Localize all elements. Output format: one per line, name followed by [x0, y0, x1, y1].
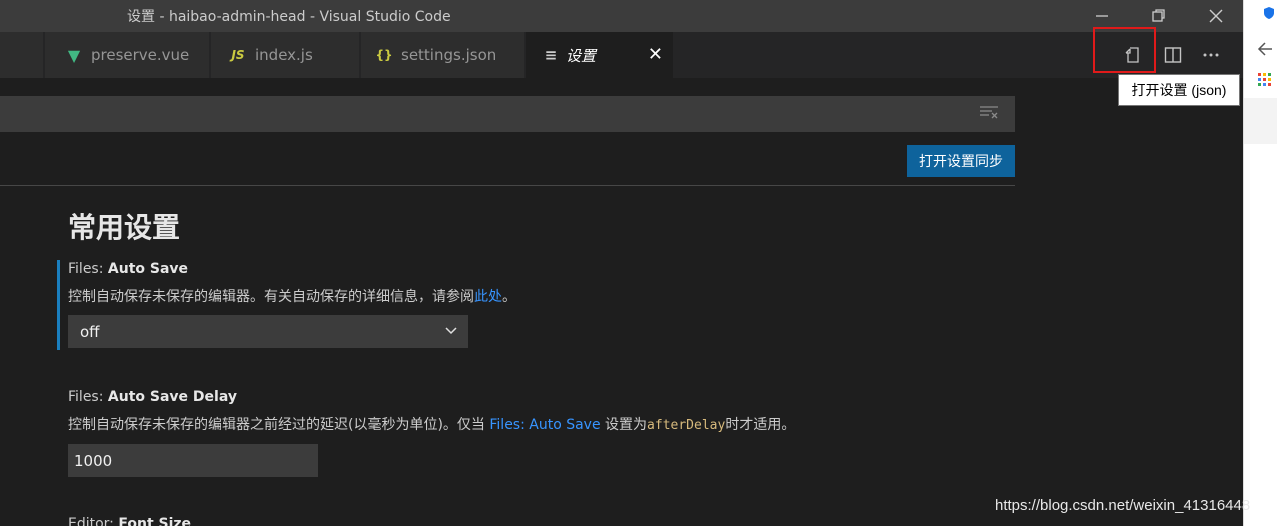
close-window-button[interactable] — [1193, 0, 1239, 32]
tab-overflow[interactable] — [0, 32, 44, 78]
back-arrow-icon[interactable] — [1257, 41, 1273, 57]
auto-save-select[interactable]: off — [68, 315, 468, 348]
highlight-annotation-box — [1093, 27, 1156, 73]
description-code: afterDelay — [647, 418, 726, 433]
tab-label: index.js — [255, 46, 313, 64]
close-icon — [1209, 9, 1223, 23]
apps-grid-icon[interactable] — [1258, 73, 1271, 86]
title-bar: 设置 - haibao-admin-head - Visual Studio C… — [0, 0, 1243, 32]
tab-close-icon[interactable]: ✕ — [648, 44, 663, 65]
setting-category: Files: — [68, 389, 108, 405]
split-editor-button[interactable] — [1160, 42, 1186, 68]
setting-auto-save-description: 控制自动保存未保存的编辑器。有关自动保存的详细信息，请参阅此处。 — [68, 286, 516, 306]
setting-category: Files: — [68, 261, 108, 277]
setting-name: Auto Save Delay — [107, 389, 237, 405]
js-icon: JS — [231, 48, 245, 62]
description-suffix: 。 — [502, 289, 516, 305]
select-value: off — [80, 322, 100, 341]
restore-icon — [1152, 9, 1165, 22]
clear-filter-icon[interactable] — [979, 104, 999, 124]
watermark: https://blog.csdn.net/weixin_41316448 — [995, 497, 1251, 514]
section-title: 常用设置 — [68, 211, 181, 244]
chevron-down-icon — [445, 327, 457, 335]
tab-label: preserve.vue — [91, 46, 190, 64]
editor-tab-bar: ▼ preserve.vue JS index.js {} settings.j… — [0, 32, 1243, 78]
tooltip: 打开设置 (json) — [1118, 74, 1240, 106]
side-strip-band — [1244, 98, 1277, 144]
setting-auto-save-delay-title: Files: Auto Save Delay — [68, 389, 237, 405]
window-title: 设置 - haibao-admin-head - Visual Studio C… — [127, 9, 451, 25]
setting-auto-save-delay-description: 控制自动保存未保存的编辑器之前经过的延迟(以毫秒为单位)。仅当 Files: A… — [68, 414, 795, 434]
description-link[interactable]: Files: Auto Save — [489, 417, 600, 433]
description-link[interactable]: 此处 — [474, 289, 502, 305]
header-divider — [0, 185, 1015, 186]
open-settings-sync-button[interactable]: 打开设置同步 — [907, 145, 1015, 177]
browser-side-strip — [1243, 0, 1277, 526]
tab-settings[interactable]: ≡ 设置 ✕ — [526, 32, 674, 78]
tab-label: 设置 — [566, 46, 597, 65]
setting-name: Font Size — [118, 516, 192, 526]
setting-auto-save-title: Files: Auto Save — [68, 261, 188, 277]
tab-preserve-vue[interactable]: ▼ preserve.vue — [45, 32, 210, 78]
description-middle: 设置为 — [600, 417, 648, 433]
focused-setting-indicator — [57, 260, 60, 350]
setting-category: Editor: — [68, 516, 119, 526]
setting-name: Auto Save — [107, 261, 189, 277]
setting-font-size-title: Editor: Font Size — [68, 516, 191, 526]
vue-icon: ▼ — [67, 45, 81, 65]
settings-search-input[interactable] — [0, 96, 1015, 132]
settings-list-icon: ≡ — [544, 46, 558, 64]
json-icon: {} — [375, 48, 393, 62]
description-text: 控制自动保存未保存的编辑器。有关自动保存的详细信息，请参阅 — [68, 289, 474, 305]
split-editor-icon — [1164, 47, 1182, 63]
ellipsis-icon — [1203, 53, 1219, 57]
more-actions-button[interactable] — [1198, 42, 1224, 68]
minimize-icon — [1096, 15, 1108, 17]
auto-save-delay-input[interactable]: 1000 — [68, 444, 318, 477]
tab-index-js[interactable]: JS index.js — [211, 32, 360, 78]
description-suffix: 时才适用。 — [725, 417, 796, 433]
tab-label: settings.json — [401, 46, 497, 64]
description-text: 控制自动保存未保存的编辑器之前经过的延迟(以毫秒为单位)。仅当 — [68, 417, 490, 433]
browser-shield-icon — [1264, 7, 1274, 19]
tab-settings-json[interactable]: {} settings.json — [361, 32, 525, 78]
